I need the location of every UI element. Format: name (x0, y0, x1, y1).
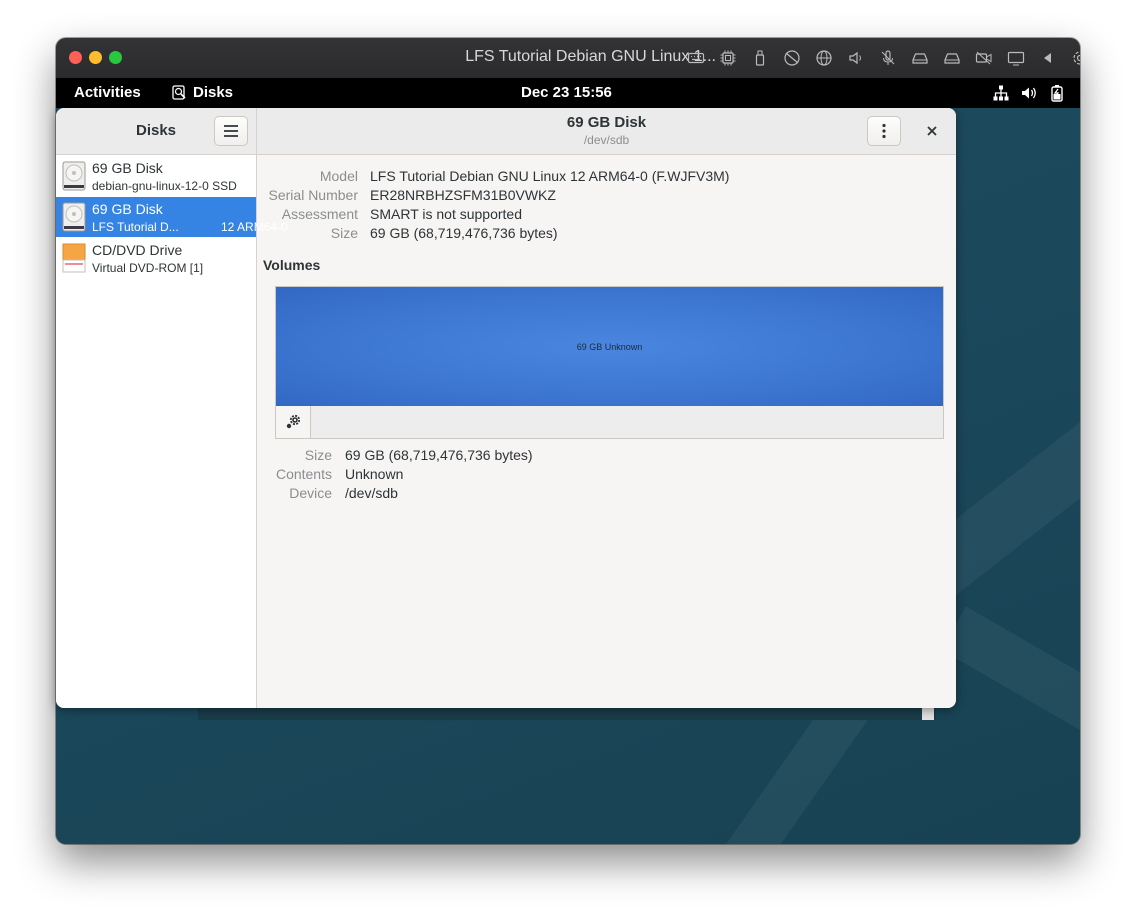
camera-off-icon[interactable] (968, 48, 1000, 68)
kebab-menu-icon (882, 123, 886, 139)
device-item-sda[interactable]: 69 GB Disk debian-gnu-linux-12-0 SSD (56, 156, 256, 196)
vm-title: LFS Tutorial Debian GNU Linux 1... (465, 48, 716, 65)
battery-icon (1051, 85, 1063, 102)
header-title: 69 GB Disk (566, 114, 647, 131)
device-description: debian-gnu-linux-12-0 SSD (92, 179, 237, 193)
close-window-button[interactable] (69, 51, 82, 64)
gnome-top-bar: Activities Disks Dec 23 15:56 (56, 78, 1080, 108)
header-subtitle: /dev/sdb (583, 133, 630, 147)
sidebar-headerbar: Disks (56, 108, 257, 155)
network-icon (993, 85, 1009, 101)
assessment-label: Assessment (281, 206, 358, 222)
globe-icon[interactable] (808, 48, 840, 68)
display-icon[interactable] (1000, 48, 1032, 68)
partition-block[interactable]: 69 GB Unknown (276, 287, 943, 406)
background-window-edge (198, 706, 936, 720)
speaker-icon[interactable] (840, 48, 872, 68)
keyboard-icon[interactable] (680, 48, 712, 68)
background-window-scrollbar (922, 706, 934, 720)
hard-disk-icon (62, 161, 86, 191)
serial-label: Serial Number (268, 187, 358, 203)
hamburger-icon (224, 125, 238, 137)
device-description-model: LFS Tutorial D... (92, 220, 179, 234)
vm-titlebar: LFS Tutorial Debian GNU Linux 1... (56, 38, 1080, 79)
size-label: Size (330, 225, 358, 241)
disk-icon[interactable] (904, 48, 936, 68)
volume-device-value: /dev/sdb (345, 485, 398, 501)
device-name: CD/DVD Drive (92, 242, 183, 258)
back-arrow-icon[interactable] (1032, 48, 1064, 68)
volume-contents-value: Unknown (345, 466, 404, 482)
size-value: 69 GB (68,719,476,736 bytes) (370, 225, 558, 241)
volume-contents-label: Contents (275, 466, 332, 482)
usb-icon[interactable] (744, 48, 776, 68)
cpu-icon[interactable] (712, 48, 744, 68)
device-name: 69 GB Disk (92, 201, 163, 217)
device-item-cdrom[interactable]: CD/DVD Drive Virtual DVD-ROM [1] (56, 238, 256, 278)
disks-app-icon (172, 85, 186, 100)
gears-icon (286, 414, 301, 429)
hard-disk-icon (62, 202, 86, 232)
settings-icon[interactable] (1064, 48, 1080, 68)
microphone-off-icon[interactable] (872, 48, 904, 68)
minimize-window-button[interactable] (89, 51, 102, 64)
main-headerbar: 69 GB Disk /dev/sdb (257, 108, 956, 155)
app-menu-label: Disks (193, 84, 234, 101)
volume-device-label: Device (289, 485, 332, 501)
partition-options-button[interactable] (276, 406, 311, 438)
disks-window: Disks 69 GB Disk /dev/sdb 69 GB Disk deb… (56, 108, 956, 708)
device-name: 69 GB Disk (92, 160, 163, 176)
volume-map: 69 GB Unknown (275, 286, 944, 439)
wallpaper-ray (940, 606, 1080, 780)
device-description: LFS Tutorial D... 12 ARM64-0 (92, 220, 288, 234)
app-menu-button[interactable] (214, 116, 248, 146)
maximize-window-button[interactable] (109, 51, 122, 64)
clock[interactable]: Dec 23 15:56 (521, 84, 612, 101)
model-value: LFS Tutorial Debian GNU Linux 12 ARM64-0… (370, 168, 730, 184)
vm-toolbar (680, 48, 1080, 68)
drive-options-button[interactable] (867, 116, 901, 146)
volume-size-label: Size (304, 447, 332, 463)
disk-icon[interactable] (936, 48, 968, 68)
system-tray[interactable] (992, 84, 1066, 102)
device-item-sdb[interactable]: 69 GB Disk LFS Tutorial D... 12 ARM64-0 (56, 197, 288, 237)
model-label: Model (319, 168, 358, 184)
optical-drive-icon (62, 243, 86, 273)
device-list: 69 GB Disk debian-gnu-linux-12-0 SSD 69 … (56, 155, 288, 708)
device-description: Virtual DVD-ROM [1] (92, 261, 204, 275)
serial-value: ER28NRBHZSFM31B0VWKZ (370, 187, 556, 203)
network-off-icon[interactable] (776, 48, 808, 68)
drive-details-panel: Model LFS Tutorial Debian GNU Linux 12 A… (257, 155, 956, 708)
volume-size-value: 69 GB (68,719,476,736 bytes) (345, 447, 533, 463)
volumes-heading: Volumes (263, 257, 321, 273)
activities-button[interactable]: Activities (74, 84, 141, 101)
close-icon (927, 126, 937, 136)
partition-label: 69 GB Unknown (576, 341, 643, 352)
close-button[interactable] (917, 116, 947, 146)
volume-icon (1022, 87, 1036, 99)
app-menu[interactable]: Disks (172, 84, 233, 101)
assessment-value: SMART is not supported (370, 206, 523, 222)
